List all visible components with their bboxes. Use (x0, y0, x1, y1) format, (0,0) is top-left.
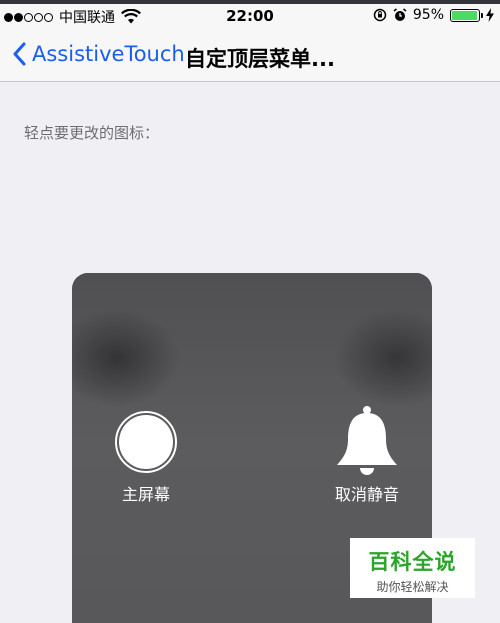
navigation-bar: AssistiveTouch 自定顶层菜单... (0, 30, 500, 82)
orientation-lock-icon (373, 8, 387, 22)
back-button[interactable]: AssistiveTouch (12, 42, 185, 66)
battery-fill (452, 10, 477, 20)
status-right: 95% (373, 7, 494, 23)
charging-bolt-icon (486, 8, 494, 22)
status-bar: 中国联通 22:00 95% (0, 4, 500, 30)
battery-icon (450, 8, 483, 22)
chevron-left-icon (13, 42, 26, 66)
menu-item-unmute[interactable]: 取消静音 (322, 405, 412, 505)
back-label: AssistiveTouch (32, 42, 185, 66)
page-title: 自定顶层菜单... (185, 47, 335, 71)
watermark: 百科全说 助你轻松解决 (350, 538, 475, 598)
menu-item-home[interactable]: 主屏幕 (110, 411, 182, 505)
watermark-title: 百科全说 (368, 550, 457, 574)
screen: 中国联通 22:00 95% AssistiveTouch 自定顶层菜单... … (0, 0, 500, 623)
menu-item-label: 取消静音 (334, 485, 399, 504)
section-label: 轻点要更改的图标： (24, 124, 160, 142)
watermark-subtitle: 助你轻松解决 (376, 580, 449, 594)
battery-tip (481, 12, 483, 18)
bell-icon (337, 406, 397, 475)
menu-item-label: 主屏幕 (121, 485, 170, 504)
battery-percentage: 95% (412, 7, 444, 23)
home-button-icon (115, 411, 177, 473)
alarm-clock-icon (393, 8, 407, 21)
